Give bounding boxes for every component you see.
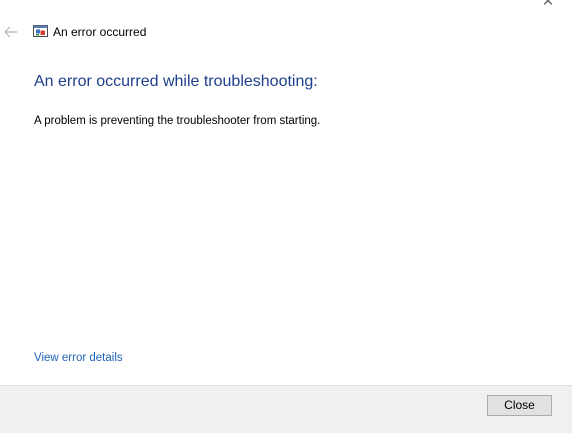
page-heading: An error occurred while troubleshooting: bbox=[34, 73, 318, 90]
footer-bar: Close bbox=[0, 385, 572, 433]
window-title: An error occurred bbox=[53, 25, 147, 39]
close-button[interactable]: Close bbox=[487, 395, 552, 416]
troubleshooter-icon bbox=[33, 25, 48, 38]
view-error-details-link[interactable]: View error details bbox=[34, 351, 123, 366]
troubleshooter-window: ✕ An error occurred An error occurred wh… bbox=[0, 0, 572, 433]
error-message: A problem is preventing the troubleshoot… bbox=[34, 115, 321, 127]
window-close-icon[interactable]: ✕ bbox=[538, 0, 558, 10]
back-arrow-icon[interactable] bbox=[3, 24, 19, 40]
